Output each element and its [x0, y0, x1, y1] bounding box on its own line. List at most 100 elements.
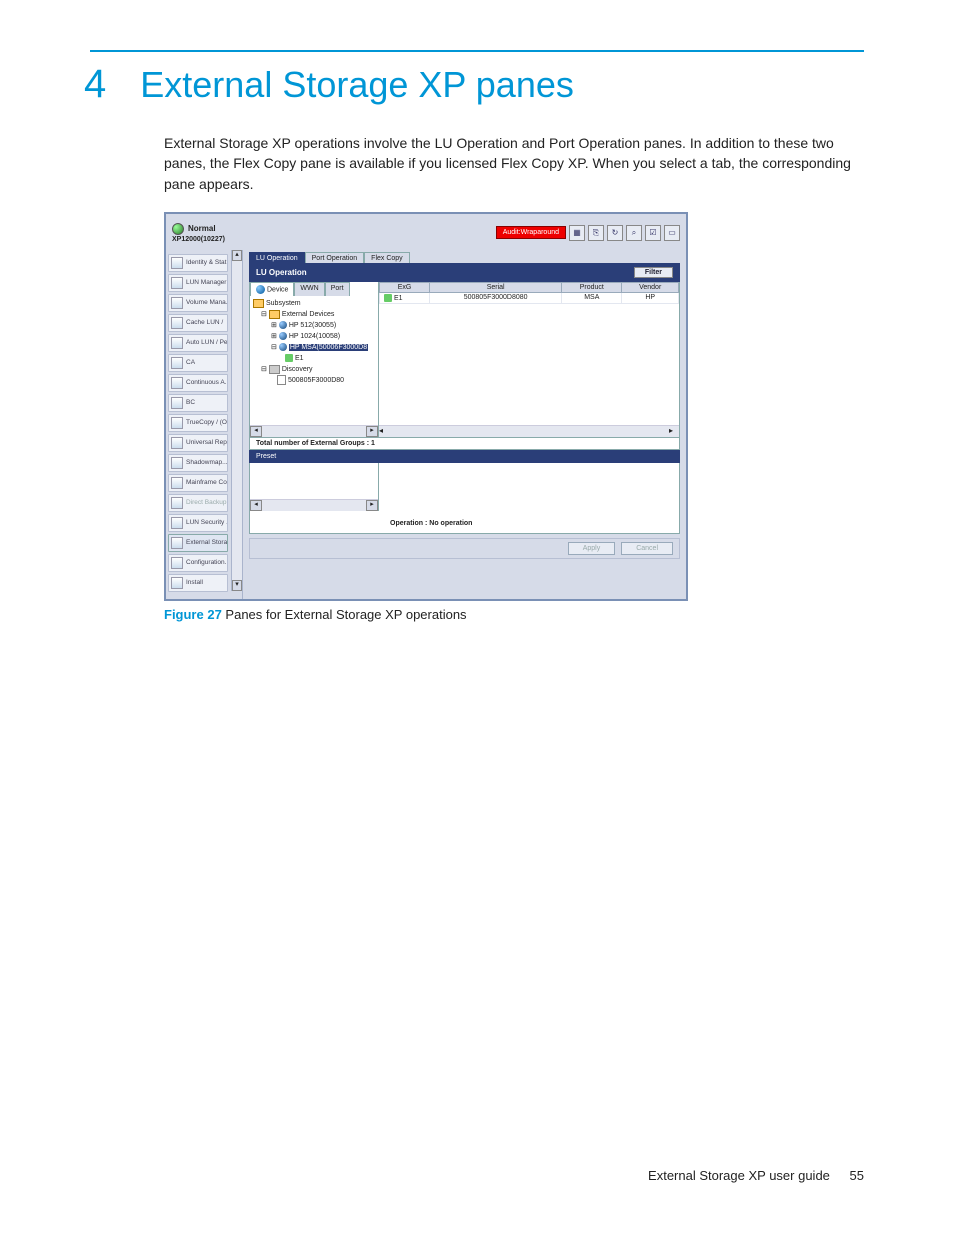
sidebar-item[interactable]: LUN Manager: [168, 274, 228, 292]
folder-icon: [253, 299, 264, 308]
col-product[interactable]: Product: [562, 282, 622, 292]
pane-title: LU Operation: [256, 268, 307, 277]
sidebar-item[interactable]: Mainframe Co...: [168, 474, 228, 492]
sidebar-item-label: TrueCopy / (O...: [186, 419, 228, 426]
scroll-down-icon[interactable]: ▾: [232, 580, 242, 591]
sidebar-item-label: Install: [186, 579, 203, 586]
sidebar-item[interactable]: Identity & Stat...: [168, 254, 228, 272]
scroll-right-icon[interactable]: ▸: [669, 426, 679, 435]
tree-tab-device[interactable]: Device: [250, 282, 294, 296]
tree-tab-wwn[interactable]: WWN: [294, 282, 324, 296]
toolbar-icon[interactable]: ⌕: [626, 225, 642, 241]
col-exg[interactable]: ExG: [380, 282, 430, 292]
scroll-up-icon[interactable]: ▴: [232, 250, 242, 261]
sidebar-scrollbar[interactable]: ▴ ▾: [231, 250, 242, 591]
figure-label: Figure 27: [164, 607, 222, 622]
col-serial[interactable]: Serial: [430, 282, 562, 292]
nav-icon: [171, 577, 183, 589]
sidebar: Identity & Stat... LUN Manager Volume Ma…: [166, 250, 243, 601]
tree-tab-port[interactable]: Port: [325, 282, 350, 296]
chapter-number: 4: [84, 62, 106, 107]
sidebar-item[interactable]: LUN Security ...: [168, 514, 228, 532]
nav-icon: [171, 377, 183, 389]
nav-icon: [171, 497, 183, 509]
sidebar-item[interactable]: Volume Mana...: [168, 294, 228, 312]
tree-node-selected[interactable]: HP MSA(50006F3000D8: [289, 344, 368, 351]
tab-lu-operation[interactable]: LU Operation: [249, 252, 305, 263]
device-tree[interactable]: Subsystem ⊟ External Devices ⊞ HP 512(30…: [250, 296, 378, 425]
footer-page-number: 55: [850, 1168, 864, 1183]
top-rule: [90, 50, 864, 52]
sidebar-item[interactable]: Install: [168, 574, 228, 592]
sidebar-item[interactable]: Configuration...: [168, 554, 228, 572]
table-row[interactable]: E1 500805F3000D8080 MSA HP: [380, 292, 679, 303]
sidebar-item[interactable]: CA: [168, 354, 228, 372]
tree-node[interactable]: HP 512(30055): [289, 322, 336, 329]
toolbar-icon[interactable]: ☑: [645, 225, 661, 241]
filter-button[interactable]: Filter: [634, 267, 673, 278]
device-icon: [279, 332, 287, 340]
preset-header: Preset: [249, 450, 680, 463]
table-h-scrollbar[interactable]: ◂ ▸: [379, 425, 679, 437]
tree-tab-label: Device: [267, 286, 288, 293]
sidebar-item-label: CA: [186, 359, 195, 366]
scroll-left-icon[interactable]: ◂: [379, 426, 389, 435]
tab-port-operation[interactable]: Port Operation: [305, 252, 365, 263]
nav-icon: [171, 357, 183, 369]
sidebar-item-label: Continuous A...: [186, 379, 228, 386]
col-vendor[interactable]: Vendor: [622, 282, 679, 292]
cancel-button[interactable]: Cancel: [621, 542, 673, 555]
sidebar-item[interactable]: Cache LUN /: [168, 314, 228, 332]
nav-icon: [171, 277, 183, 289]
sidebar-item[interactable]: Auto LUN / Pe...: [168, 334, 228, 352]
doc-icon: [277, 375, 286, 385]
toolbar-icon[interactable]: ▦: [569, 225, 585, 241]
sidebar-item-label: Cache LUN /: [186, 319, 223, 326]
tree-node[interactable]: Subsystem: [266, 300, 301, 307]
toolbar-icon[interactable]: ▭: [664, 225, 680, 241]
apply-button[interactable]: Apply: [568, 542, 616, 555]
sidebar-item-label: LUN Security ...: [186, 519, 228, 526]
nav-icon: [171, 537, 183, 549]
sidebar-item[interactable]: Shadowmap...: [168, 454, 228, 472]
sidebar-item-label: Mainframe Co...: [186, 479, 228, 486]
sidebar-item[interactable]: Continuous A...: [168, 374, 228, 392]
folder-icon: [269, 310, 280, 319]
lun-icon: [285, 354, 293, 362]
sidebar-item-label: Identity & Stat...: [186, 259, 228, 266]
cell-exg: E1: [394, 295, 403, 302]
tree-node[interactable]: 500805F3000D80: [288, 377, 344, 384]
sidebar-item-label: Shadowmap...: [186, 459, 228, 466]
tree-node[interactable]: E1: [295, 355, 304, 362]
audit-badge: Audit:Wraparound: [496, 226, 566, 239]
sidebar-item-label: External Stora...: [186, 539, 228, 546]
sidebar-item-label: Volume Mana...: [186, 299, 228, 306]
sidebar-item[interactable]: BC: [168, 394, 228, 412]
sidebar-item-label: Universal Rep...: [186, 439, 228, 446]
toolbar-icon[interactable]: ⎘: [588, 225, 604, 241]
nav-icon: [171, 517, 183, 529]
tree-node[interactable]: Discovery: [282, 366, 313, 373]
tree-node[interactable]: HP 1024(10058): [289, 333, 340, 340]
tree-h-scrollbar[interactable]: ◂ ▸: [250, 425, 378, 437]
scroll-right-icon[interactable]: ▸: [366, 500, 378, 511]
sidebar-item-external-storage[interactable]: External Stora...: [168, 534, 228, 552]
sidebar-item[interactable]: Direct Backup: [168, 494, 228, 512]
sidebar-item-label: LUN Manager: [186, 279, 226, 286]
scroll-right-icon[interactable]: ▸: [366, 426, 378, 437]
chapter-title: External Storage XP panes: [140, 64, 574, 106]
sidebar-item[interactable]: TrueCopy / (O...: [168, 414, 228, 432]
nav-icon: [171, 337, 183, 349]
figure-screenshot: Normal XP12000(10227) Audit:Wraparound ▦…: [164, 212, 688, 601]
sidebar-item[interactable]: Universal Rep...: [168, 434, 228, 452]
nav-icon: [171, 317, 183, 329]
scroll-left-icon[interactable]: ◂: [250, 500, 262, 511]
tab-flex-copy[interactable]: Flex Copy: [364, 252, 410, 263]
tree-node[interactable]: External Devices: [282, 311, 335, 318]
toolbar-icon[interactable]: ↻: [607, 225, 623, 241]
scroll-left-icon[interactable]: ◂: [250, 426, 262, 437]
mini-h-scrollbar[interactable]: ◂ ▸: [250, 499, 378, 511]
nav-icon: [171, 437, 183, 449]
lu-table: ExG Serial Product Vendor E1 500805F3000…: [379, 282, 679, 304]
sidebar-item-label: Direct Backup: [186, 499, 226, 506]
